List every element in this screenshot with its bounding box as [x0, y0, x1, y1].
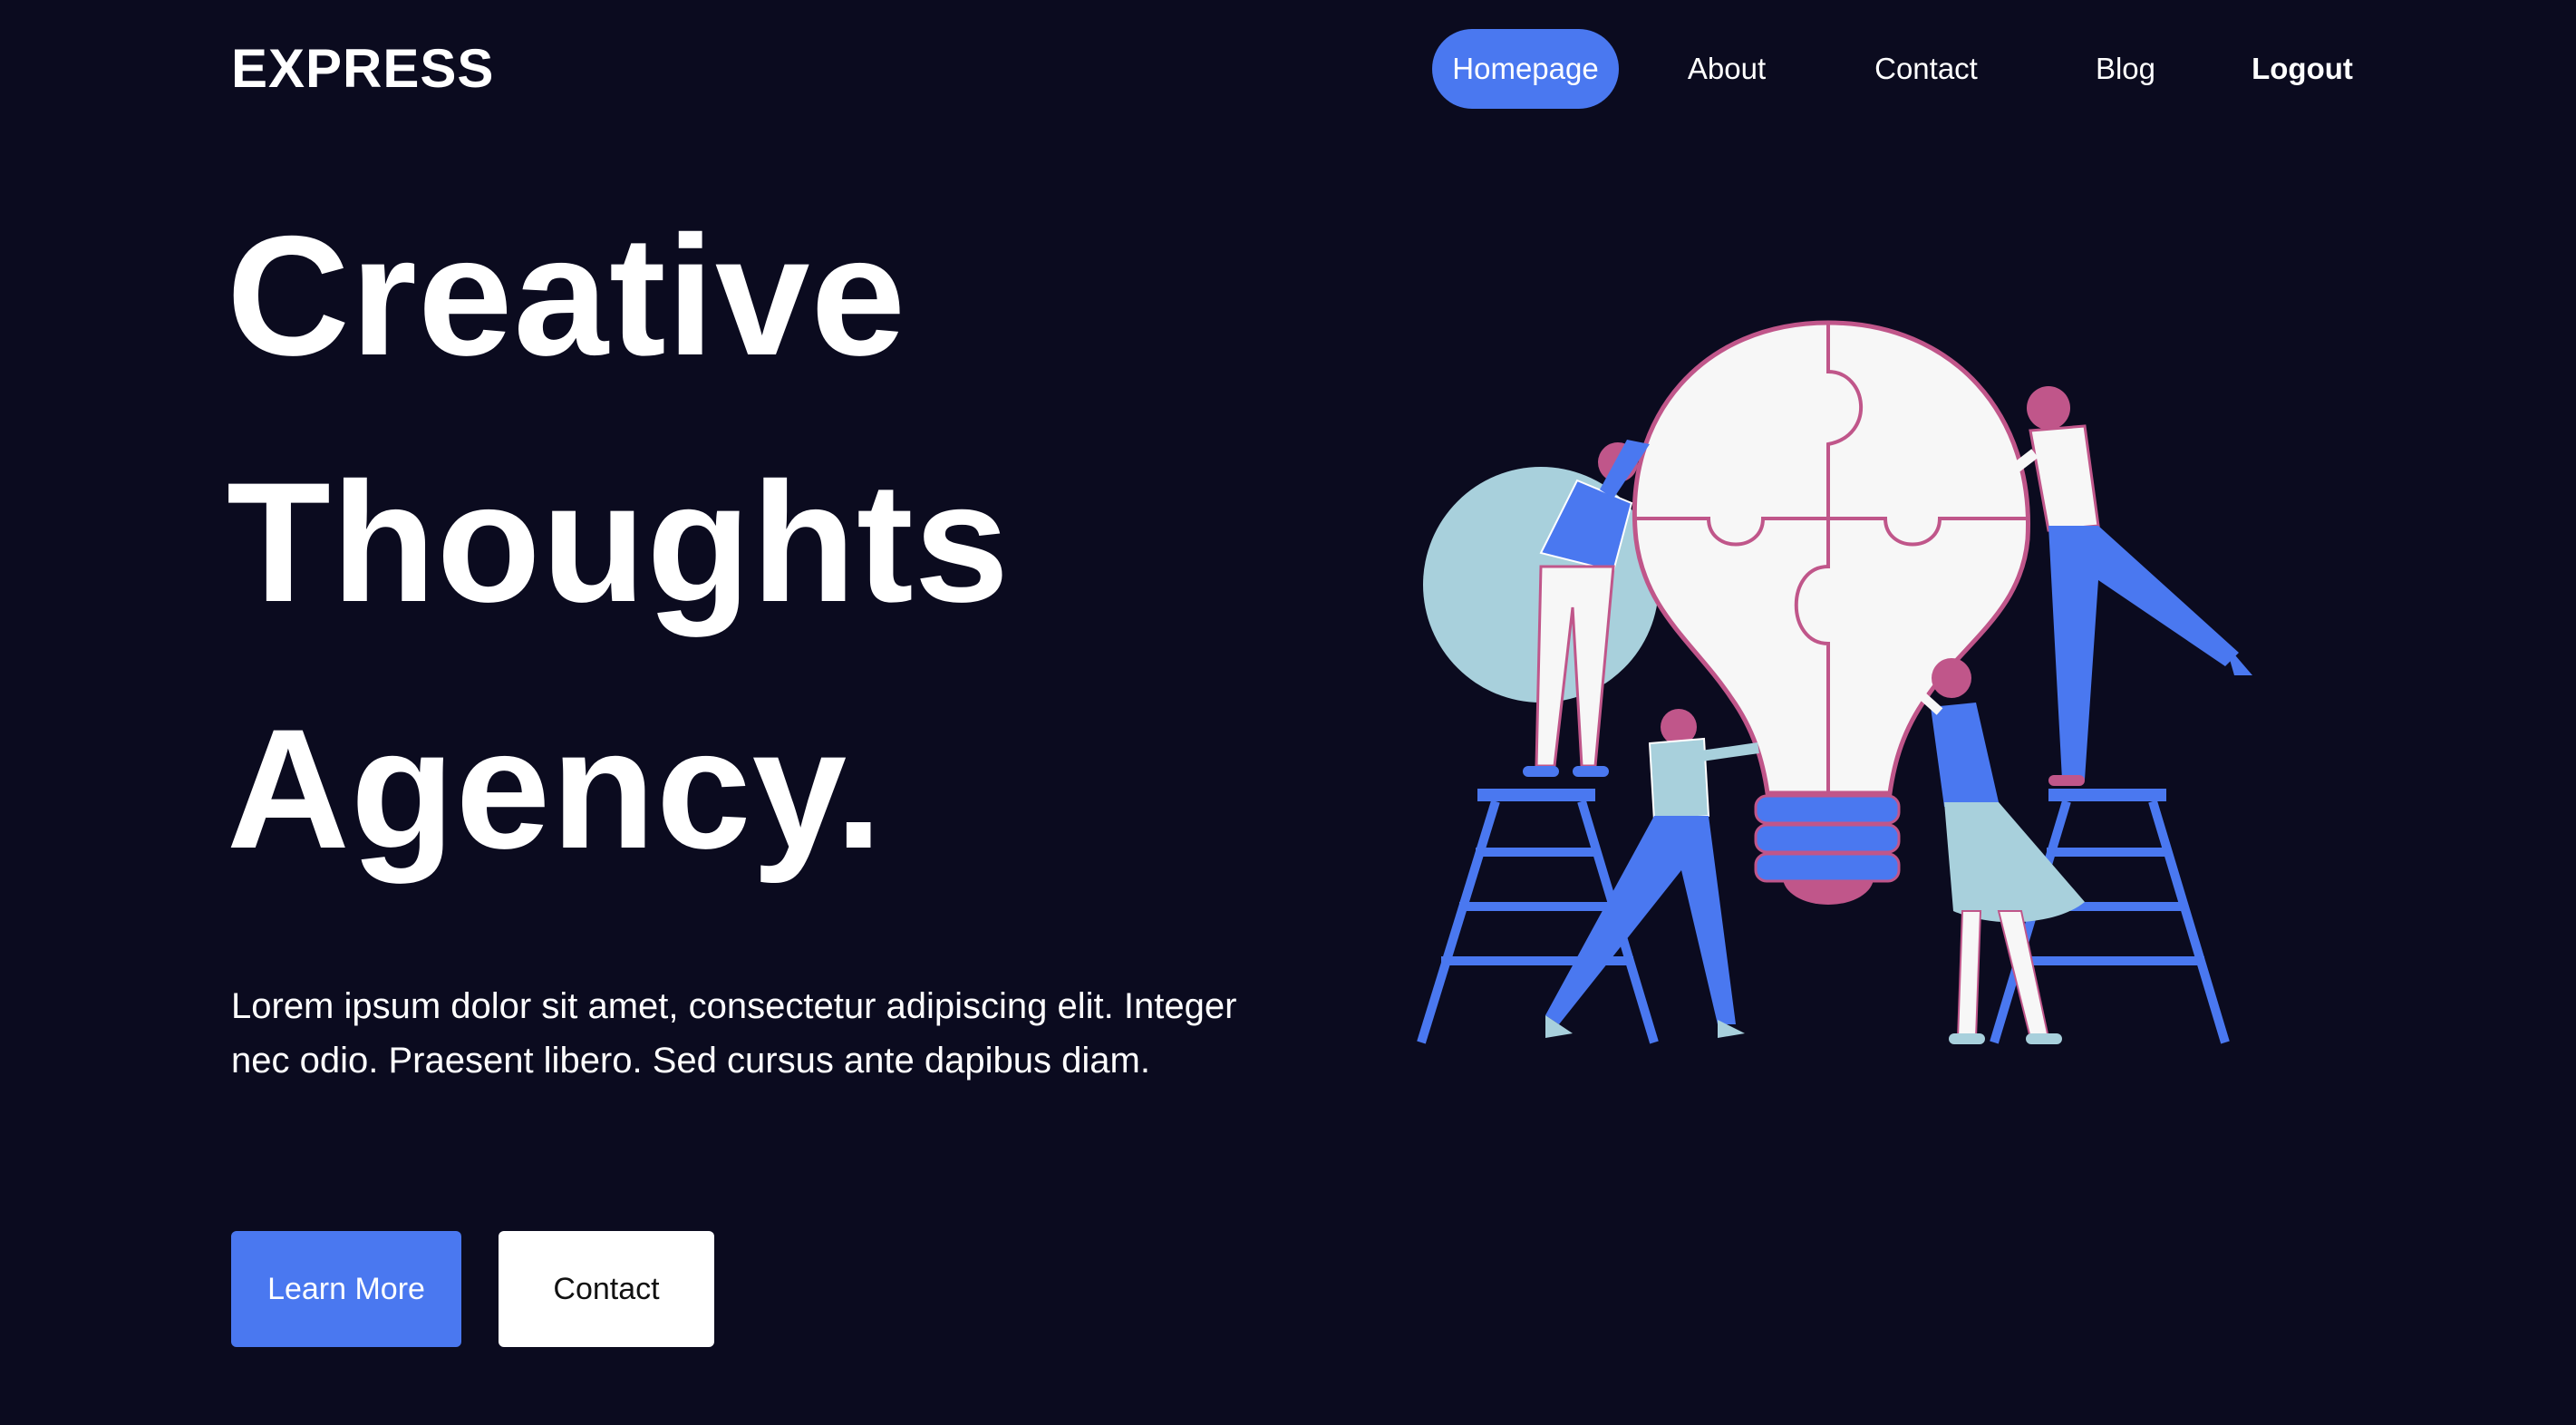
nav-logout[interactable]: Logout [2239, 29, 2366, 109]
main-nav: Homepage About Contact Blog Logout [0, 29, 2576, 109]
person-top-right [1972, 386, 2252, 786]
contact-button[interactable]: Contact [499, 1231, 714, 1347]
learn-more-button[interactable]: Learn More [231, 1231, 461, 1347]
bulb-base [1754, 794, 1901, 905]
nav-blog[interactable]: Blog [2076, 29, 2175, 109]
hero-description: Lorem ipsum dolor sit amet, consectetur … [231, 986, 1237, 1081]
nav-contact[interactable]: Contact [1858, 29, 1994, 109]
hero-title-line-1: Creative [227, 200, 906, 391]
hero-title-line-3: Agency. [227, 693, 884, 884]
nav-homepage[interactable]: Homepage [1432, 29, 1619, 109]
hero-title: Creative Thoughts Agency. [227, 172, 1010, 912]
nav-about[interactable]: About [1668, 29, 1786, 109]
lightbulb-teamwork-illustration [1417, 320, 2252, 1044]
hero-title-line-2: Thoughts [227, 447, 1011, 637]
person-bottom-left [1545, 709, 1759, 1038]
